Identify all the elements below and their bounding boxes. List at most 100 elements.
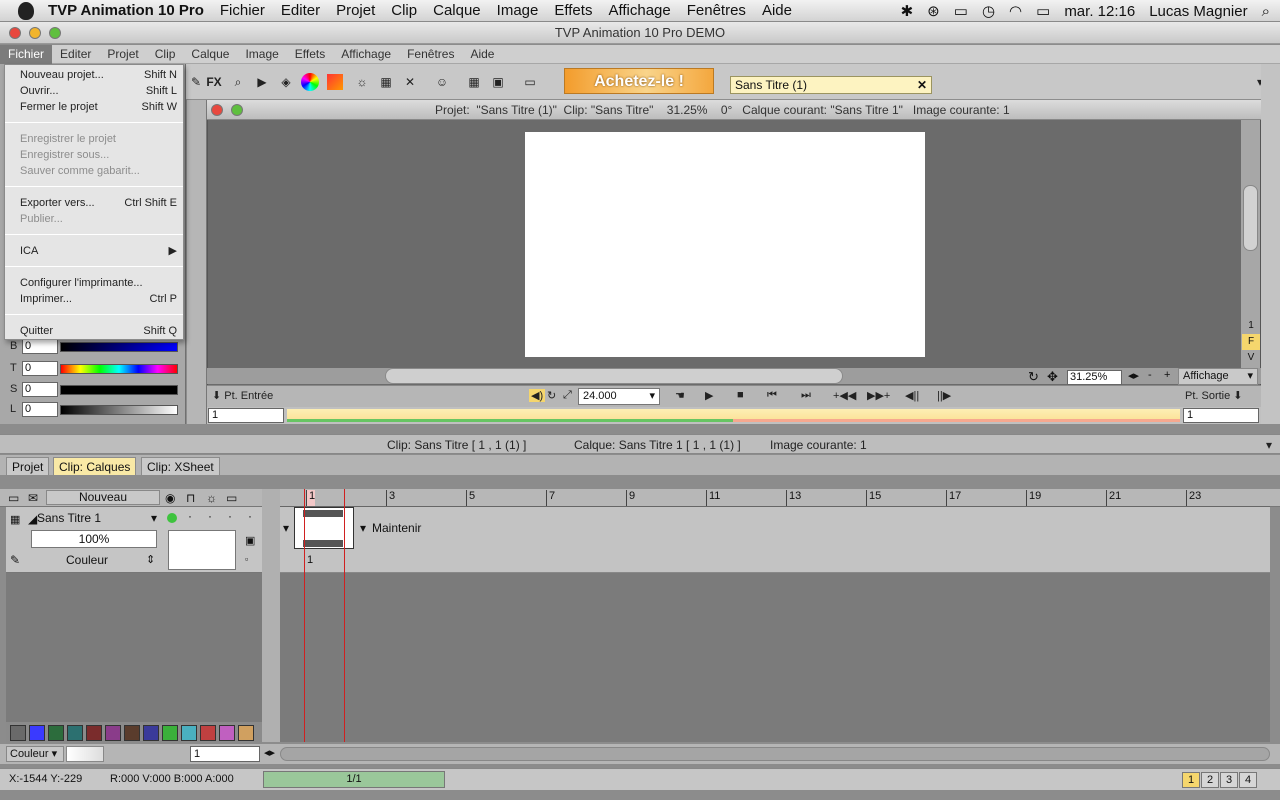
palette-swatch[interactable] (219, 725, 235, 741)
dot-icon[interactable]: · (208, 509, 212, 523)
fast-forward-icon[interactable]: ▶▶+ (867, 389, 890, 402)
tab-projet[interactable]: Projet (6, 457, 50, 475)
visibility-dot[interactable] (167, 513, 177, 523)
sound-icon[interactable]: ◀) (529, 389, 546, 402)
clock[interactable]: mar. 12:16 (1064, 3, 1135, 20)
affichage-dropdown[interactable]: Affichage ▾ (1178, 368, 1258, 385)
layout-icon[interactable]: ▣ (488, 72, 508, 92)
palette-swatch[interactable] (67, 725, 83, 741)
color-mode-select[interactable]: Couleur ▾ (6, 746, 64, 762)
out-point-field[interactable]: 1 (1183, 408, 1259, 423)
chevron-down-icon[interactable]: ▾ (151, 511, 157, 525)
dot-icon[interactable]: · (248, 509, 252, 523)
dot-icon[interactable]: · (188, 509, 192, 523)
time-machine-icon[interactable]: ◷ (982, 2, 995, 20)
view-flag[interactable]: 1 (1242, 318, 1260, 334)
palette-swatch[interactable] (124, 725, 140, 741)
menubar-calque[interactable]: Calque (425, 2, 489, 19)
close-tab-icon[interactable]: ✕ (917, 77, 927, 93)
layer-thumbnail[interactable] (168, 530, 236, 570)
layer-expand-icon[interactable]: ◢ (28, 512, 37, 526)
zoom-document-icon[interactable] (231, 104, 243, 116)
palette-swatch[interactable] (48, 725, 64, 741)
gradient-icon[interactable] (327, 74, 343, 90)
stop-icon[interactable]: ■ (737, 389, 744, 401)
menu-item-imprimer[interactable]: Imprimer... Ctrl P (20, 291, 177, 307)
appmenu-projet[interactable]: Projet (99, 45, 146, 64)
layer-option-icon[interactable]: ▣ (245, 534, 255, 547)
fps-select[interactable]: 24.000 ▾ (578, 388, 660, 405)
color-wheel-icon[interactable] (301, 73, 319, 91)
empty-track-area[interactable] (280, 573, 1270, 742)
blue-slider[interactable] (60, 342, 178, 352)
menu-item-ouvrir[interactable]: Ouvrir... Shift L (20, 83, 177, 99)
buy-banner[interactable]: Achetez-le ! (564, 68, 714, 94)
frame-ruler[interactable]: 1 3 5 7 9 11 13 15 17 19 21 23 (280, 489, 1270, 507)
frame-field[interactable]: 1 (190, 746, 260, 762)
first-frame-icon[interactable]: ⏮ (767, 389, 777, 402)
zoom-in-icon[interactable]: + (1164, 369, 1170, 381)
play-icon[interactable]: ▶ (705, 389, 713, 402)
left-vertical-scrollbar[interactable] (187, 100, 207, 424)
page-button[interactable]: 4 (1239, 772, 1257, 788)
menubar-editer[interactable]: Editer (273, 2, 328, 19)
menu-item-fermer-projet[interactable]: Fermer le projet Shift W (20, 99, 177, 115)
drawing-canvas[interactable] (525, 132, 925, 357)
appmenu-aide[interactable]: Aide (462, 45, 502, 64)
timeline-horizontal-scrollbar[interactable] (280, 747, 1270, 761)
menubar-affichage[interactable]: Affichage (600, 2, 678, 19)
zoom-icon[interactable]: ⌕ (228, 72, 248, 92)
menu-item-quitter[interactable]: Quitter Shift Q (20, 323, 177, 339)
view-flag[interactable]: V (1242, 350, 1260, 366)
grid-icon[interactable]: ▦ (464, 72, 484, 92)
color-preview[interactable] (66, 746, 104, 762)
menubar-app-name[interactable]: TVP Animation 10 Pro (44, 2, 212, 19)
slider-value-field[interactable]: 0 (22, 339, 58, 354)
menubar-fichier[interactable]: Fichier (212, 2, 273, 19)
slider-value-field[interactable]: 0 (22, 361, 58, 376)
palette-swatch[interactable] (143, 725, 159, 741)
page-button[interactable]: 3 (1220, 772, 1238, 788)
palette-swatch[interactable] (10, 725, 26, 741)
tab-clip-xsheet[interactable]: Clip: XSheet (141, 457, 220, 475)
appmenu-calque[interactable]: Calque (183, 45, 237, 64)
new-layer-button[interactable]: Nouveau (46, 490, 160, 505)
close-document-icon[interactable] (211, 104, 223, 116)
next-frame-icon[interactable]: ||▶ (937, 389, 951, 402)
menubar-projet[interactable]: Projet (328, 2, 383, 19)
loop-icon[interactable]: ↻ (547, 389, 556, 402)
hold-dropdown-icon[interactable]: ▾ (360, 521, 366, 535)
palette-swatch[interactable] (238, 725, 254, 741)
user-name[interactable]: Lucas Magnier (1149, 3, 1247, 20)
in-point-field[interactable]: 1 (208, 408, 284, 423)
menu-item-ica[interactable]: ICA ▶ (20, 243, 177, 259)
fx-button[interactable]: FX (204, 72, 224, 92)
layers-icon[interactable]: ◈ (276, 72, 296, 92)
transform-icon[interactable]: ✕ (400, 72, 420, 92)
palette-swatch[interactable] (105, 725, 121, 741)
track-expand-icon[interactable]: ▾ (283, 521, 289, 535)
chevron-down-icon[interactable]: ▾ (1266, 435, 1272, 455)
play-arrow-icon[interactable]: ▶ (252, 72, 272, 92)
menu-item-configurer-imprimante[interactable]: Configurer l'imprimante... (20, 275, 177, 291)
slider-value-field[interactable]: 0 (22, 402, 58, 417)
layer-track[interactable]: ▾ ▾ Maintenir 1 (280, 507, 1270, 573)
hue-slider[interactable] (60, 364, 178, 374)
envelope-icon[interactable]: ✉ (28, 491, 38, 505)
page-button[interactable]: 1 (1182, 772, 1200, 788)
palette-swatch[interactable] (29, 725, 45, 741)
view-flag[interactable]: F (1242, 334, 1260, 350)
display-icon[interactable]: ▭ (954, 2, 968, 20)
minimize-window-icon[interactable] (29, 27, 41, 39)
menubar-aide[interactable]: Aide (754, 2, 800, 19)
brush-icon[interactable]: ✎ (186, 72, 206, 92)
page-button[interactable]: 2 (1201, 772, 1219, 788)
monitor-icon[interactable]: ▭ (520, 72, 540, 92)
menu-item-exporter[interactable]: Exporter vers... Ctrl Shift E (20, 195, 177, 211)
apple-icon[interactable] (18, 1, 34, 20)
calculator-icon[interactable]: ▦ (376, 72, 396, 92)
appmenu-fenetres[interactable]: Fenêtres (399, 45, 462, 64)
rotate-icon[interactable]: ↻ (1028, 369, 1039, 385)
blend-mode[interactable]: Couleur (66, 553, 108, 567)
layer-row[interactable]: ▦ ◢ Sans Titre 1 ▾ · · · · 100% ▣ ▫ ✎ Co… (6, 507, 262, 573)
